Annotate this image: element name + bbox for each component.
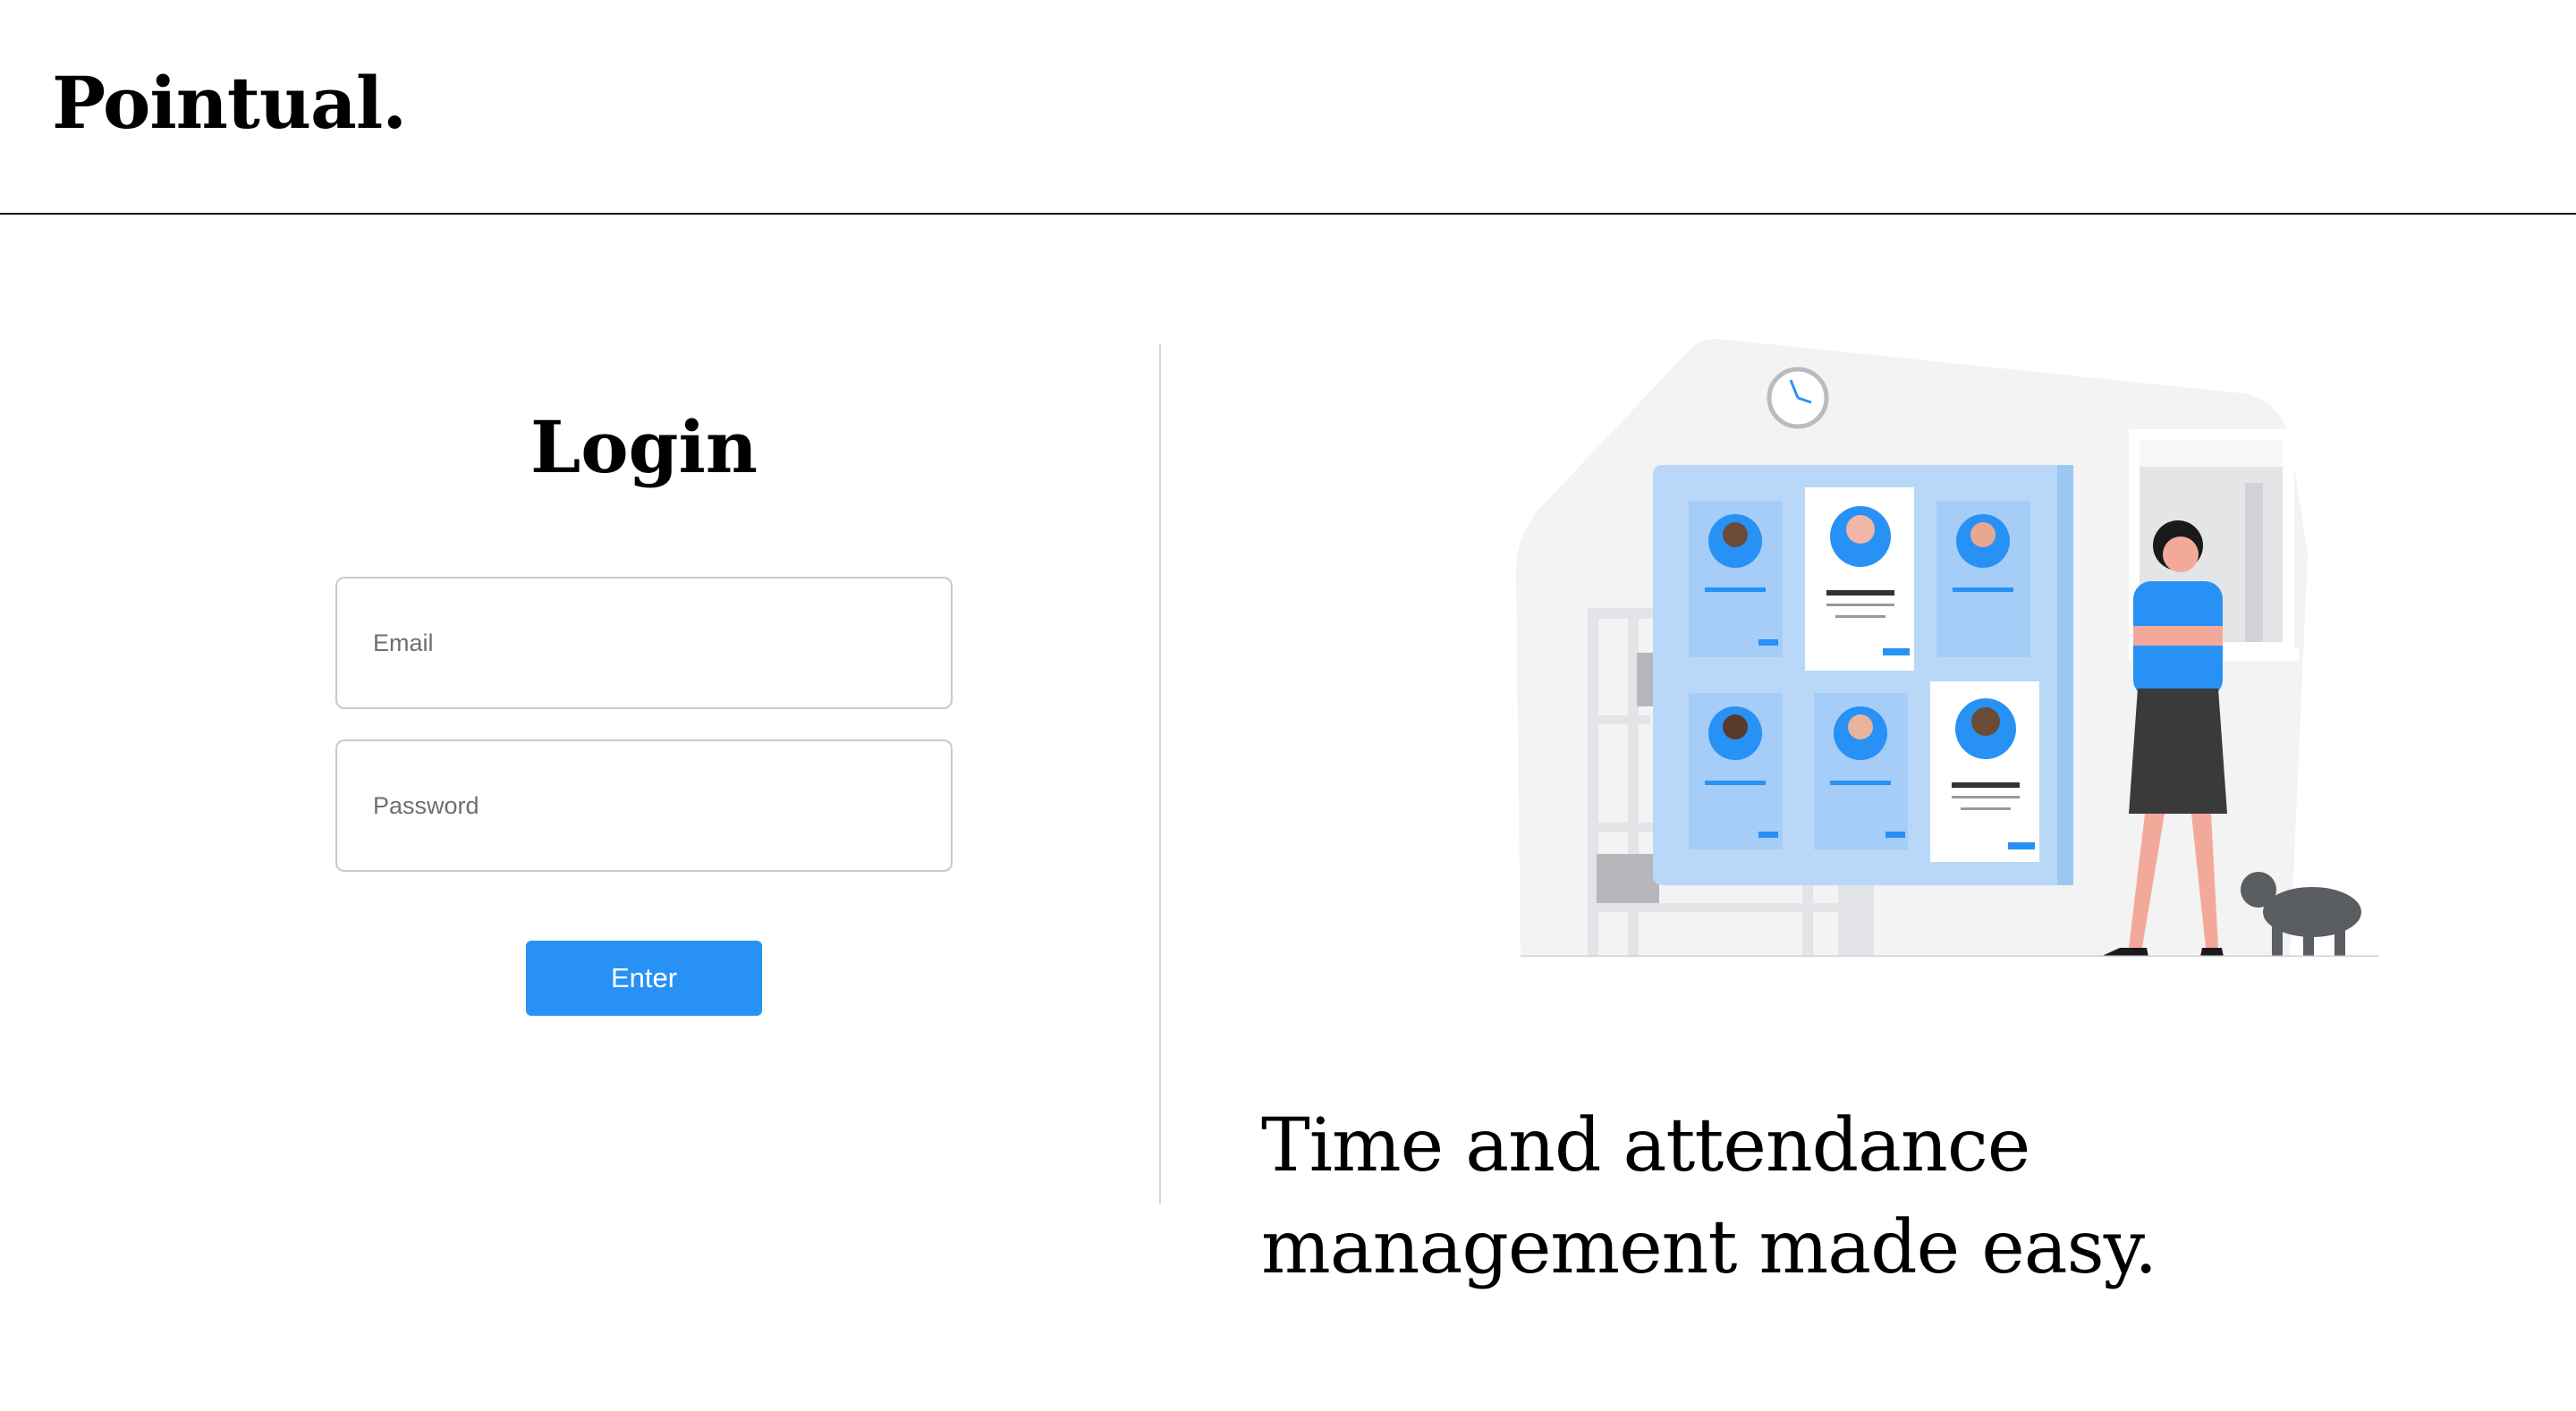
enter-button[interactable]: Enter — [526, 941, 762, 1016]
profile-card — [1689, 501, 1783, 657]
team-schedule-illustration — [1516, 338, 2379, 957]
login-title: Login — [530, 405, 758, 489]
profile-card-highlighted — [1805, 487, 1914, 671]
profile-card — [1814, 693, 1908, 849]
shelf-box — [1597, 854, 1659, 903]
profile-card — [1936, 501, 2030, 657]
profile-card-highlighted — [1930, 681, 2039, 862]
email-field[interactable] — [335, 577, 953, 709]
tagline-line-2: management made easy. — [1261, 1205, 2157, 1290]
tagline: Time and attendance management made easy… — [1261, 1095, 2334, 1299]
logo: Pointual. — [52, 61, 407, 145]
password-field[interactable] — [335, 739, 953, 872]
clock-icon — [1767, 367, 1829, 429]
vertical-divider — [1159, 344, 1161, 1204]
profile-card — [1689, 693, 1783, 849]
top-bar: Pointual. — [0, 0, 2576, 215]
board-edge — [2057, 465, 2073, 885]
tagline-line-1: Time and attendance — [1261, 1103, 2030, 1188]
